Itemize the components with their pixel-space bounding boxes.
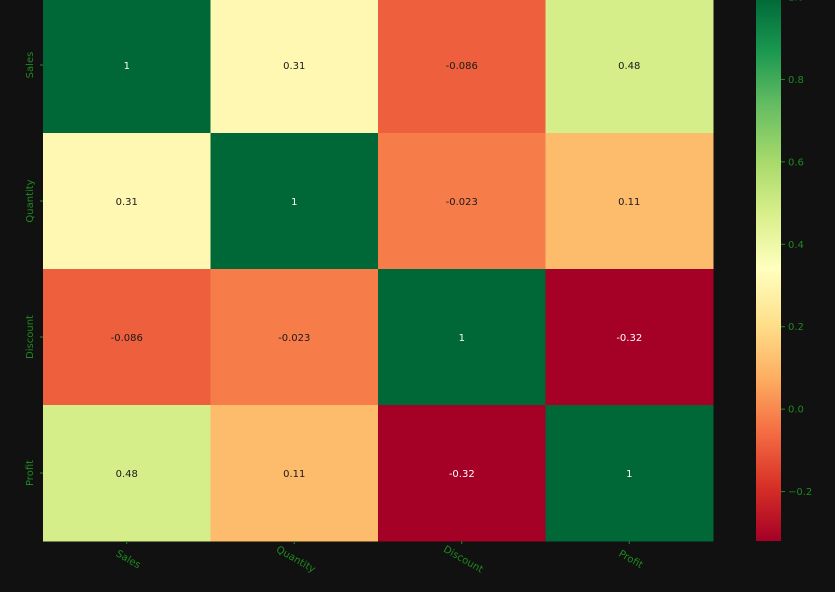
heatmap-cell-label-0-1: 0.31 <box>283 61 305 72</box>
y-tick-label-1: Quantity <box>25 179 36 222</box>
y-tick-label-3: Profit <box>25 460 36 486</box>
heatmap-cell-label-3-2: -0.32 <box>449 469 475 480</box>
heatmap-cell-label-2-0: -0.086 <box>111 333 143 344</box>
heatmap-svg: 1 0.31 -0.086 0.48 0.31 1 -0.023 0.11 -0.086 -0.0… <box>25 0 812 576</box>
colorbar-tick-label-0: −0.2 <box>788 487 812 498</box>
colorbar-tick-label-4: 0.6 <box>788 157 804 168</box>
colorbar-tick-label-1: 0.0 <box>788 405 804 416</box>
colorbar-tick-label-5: 0.8 <box>788 75 804 86</box>
heatmap-cell-label-2-3: -0.32 <box>616 333 642 344</box>
colorbar-tick-label-6: 1.0 <box>788 0 804 4</box>
heatmap-cell-label-1-3: 0.11 <box>618 197 640 208</box>
heatmap-cell-label-2-1: -0.023 <box>278 333 310 344</box>
x-tick-label-1: Quantity <box>274 544 317 575</box>
y-tick-label-2: Discount <box>25 315 36 359</box>
heatmap-cell-label-1-2: -0.023 <box>446 197 478 208</box>
colorbar-tick-label-3: 0.4 <box>788 240 804 251</box>
y-tick-label-0: Sales <box>25 52 36 79</box>
heatmap-cell-label-1-0: 0.31 <box>116 197 138 208</box>
heatmap-cell-label-3-0: 0.48 <box>116 469 138 480</box>
colorbar <box>756 0 781 541</box>
x-tick-label-2: Discount <box>441 544 485 576</box>
heatmap-cell-label-1-1: 1 <box>291 197 297 208</box>
heatmap-cell-label-0-0: 1 <box>124 61 130 72</box>
heatmap-chart: 1 0.31 -0.086 0.48 0.31 1 -0.023 0.11 -0.086 -0.0… <box>0 0 835 587</box>
heatmap-cell-label-2-2: 1 <box>459 333 465 344</box>
colorbar-tick-label-2: 0.2 <box>788 322 804 333</box>
heatmap-cell-label-0-2: -0.086 <box>446 61 478 72</box>
x-tick-label-3: Profit <box>616 549 644 572</box>
x-tick-label-0: Sales <box>114 548 143 571</box>
heatmap-cell-label-0-3: 0.48 <box>618 61 640 72</box>
heatmap-cell-label-3-3: 1 <box>626 469 632 480</box>
heatmap-cell-label-3-1: 0.11 <box>283 469 305 480</box>
